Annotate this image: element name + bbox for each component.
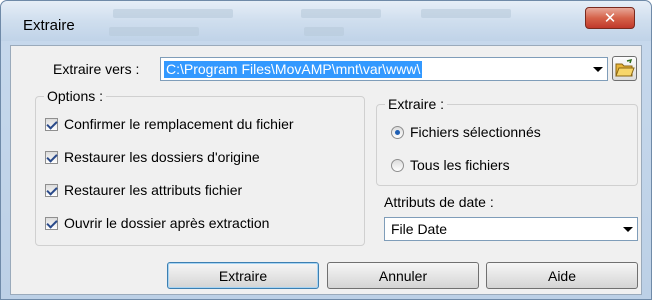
radio-button[interactable] xyxy=(391,158,404,172)
background-ghost-text xyxy=(304,27,344,36)
radio-selected-files[interactable]: Fichiers sélectionnés xyxy=(391,123,541,141)
option-confirm-overwrite[interactable]: Confirmer le remplacement du fichier xyxy=(45,115,294,133)
dialog-window: Extraire ✕ Extraire vers : C:\Program Fi… xyxy=(0,0,652,300)
checkmark-icon xyxy=(46,117,58,130)
option-label: Restaurer les dossiers d'origine xyxy=(64,149,260,165)
window-title: Extraire xyxy=(23,17,75,34)
option-open-folder[interactable]: Ouvrir le dossier après extraction xyxy=(45,214,269,232)
background-ghost-text xyxy=(109,27,199,36)
extract-button[interactable]: Extraire xyxy=(167,262,319,289)
checkmark-icon xyxy=(46,150,58,163)
chevron-down-icon[interactable] xyxy=(623,227,633,232)
checkmark-icon xyxy=(46,216,58,229)
option-label: Ouvrir le dossier après extraction xyxy=(64,215,270,231)
cancel-button[interactable]: Annuler xyxy=(327,262,479,289)
open-folder-icon xyxy=(615,58,635,77)
destination-path-value[interactable]: C:\Program Files\MovAMP\mnt\var\www\ xyxy=(164,61,423,78)
option-restore-attributes[interactable]: Restaurer les attributs fichier xyxy=(45,181,242,199)
extract-scope-legend: Extraire : xyxy=(385,96,448,112)
radio-label: Tous les fichiers xyxy=(410,157,510,173)
title-bar[interactable]: Extraire ✕ xyxy=(1,1,651,41)
browse-folder-button[interactable] xyxy=(612,56,637,81)
background-ghost-text xyxy=(421,9,511,18)
options-group: Options : Confirmer le remplacement du f… xyxy=(35,88,365,246)
option-restore-folders[interactable]: Restaurer les dossiers d'origine xyxy=(45,148,260,166)
destination-path-combo[interactable]: C:\Program Files\MovAMP\mnt\var\www\ xyxy=(160,57,608,81)
checkbox[interactable] xyxy=(45,216,58,230)
radio-dot-icon xyxy=(395,129,400,135)
dialog-body: Extraire vers : C:\Program Files\MovAMP\… xyxy=(10,45,642,295)
destination-label: Extraire vers : xyxy=(53,61,140,77)
extract-scope-group: Extraire : Fichiers sélectionnés Tous le… xyxy=(376,96,638,186)
help-button[interactable]: Aide xyxy=(486,262,638,289)
checkbox[interactable] xyxy=(45,150,58,164)
option-label: Confirmer le remplacement du fichier xyxy=(64,116,294,132)
checkbox[interactable] xyxy=(45,117,58,131)
radio-all-files[interactable]: Tous les fichiers xyxy=(391,156,510,174)
date-attributes-value: File Date xyxy=(391,221,448,237)
option-label: Restaurer les attributs fichier xyxy=(64,182,243,198)
close-button[interactable]: ✕ xyxy=(585,7,635,29)
radio-button[interactable] xyxy=(391,125,404,139)
radio-label: Fichiers sélectionnés xyxy=(410,124,541,140)
date-attributes-label: Attributs de date : xyxy=(384,194,494,210)
checkmark-icon xyxy=(46,183,58,196)
background-ghost-text xyxy=(113,9,233,18)
chevron-down-icon[interactable] xyxy=(593,67,603,72)
background-ghost-text xyxy=(301,9,381,18)
date-attributes-select[interactable]: File Date xyxy=(384,217,638,241)
options-legend: Options : xyxy=(44,88,107,104)
close-icon: ✕ xyxy=(603,9,617,27)
checkbox[interactable] xyxy=(45,183,58,197)
